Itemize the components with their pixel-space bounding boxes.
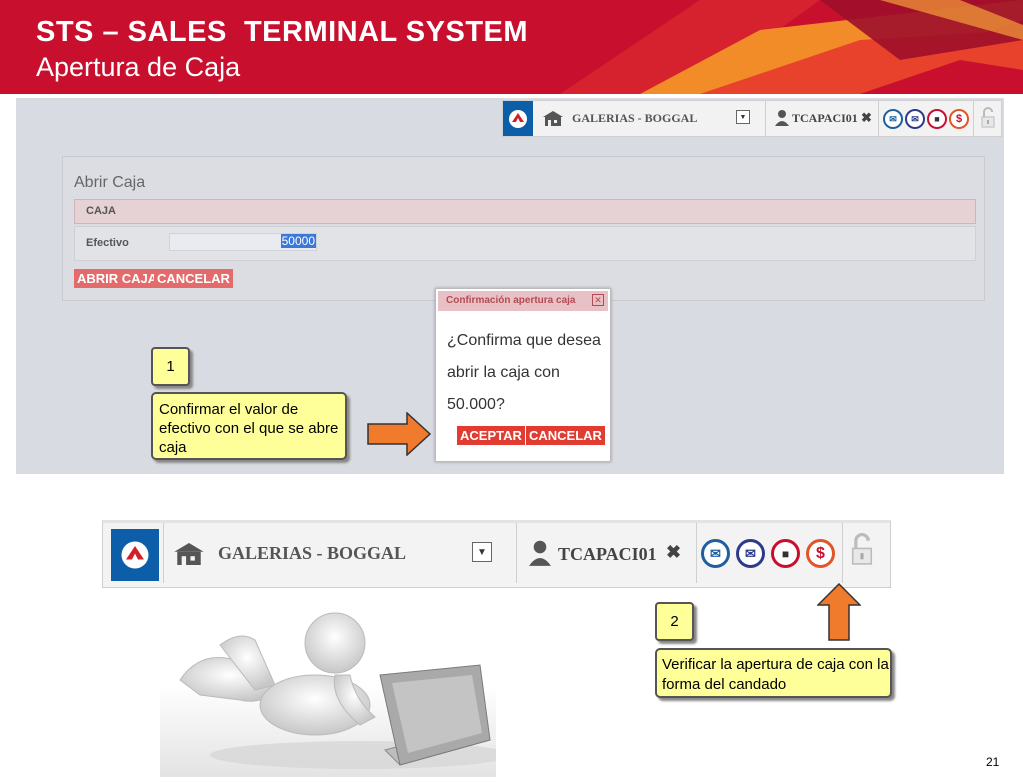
divider xyxy=(765,101,766,136)
user-name: TCAPACI01 xyxy=(558,544,657,564)
dropdown-arrow-icon[interactable]: ▼ xyxy=(472,542,492,562)
dollar-icon[interactable]: $ xyxy=(949,109,969,129)
store-icon xyxy=(543,111,563,131)
user-icon xyxy=(775,109,789,131)
dialog-close-icon[interactable]: ✕ xyxy=(592,294,604,306)
efectivo-input[interactable]: 50000 xyxy=(169,233,317,251)
slide-subtitle: Apertura de Caja xyxy=(36,52,241,82)
dialog-cancelar-button[interactable]: CANCELAR xyxy=(526,426,605,445)
store-name: GALERIAS - BOGGAL xyxy=(572,111,698,125)
envelope-icon[interactable]: ✉ xyxy=(905,109,925,129)
page-number: 21 xyxy=(986,755,1000,769)
cancelar-button[interactable]: CANCELAR xyxy=(154,269,233,288)
divider xyxy=(842,523,843,583)
logo-icon[interactable] xyxy=(503,101,533,136)
arrow-right-icon xyxy=(367,412,431,456)
aceptar-button[interactable]: ACEPTAR xyxy=(457,426,525,445)
arrow-up-icon xyxy=(817,583,861,641)
mail-icon[interactable]: ✉ xyxy=(701,539,730,568)
step-number-2: 2 xyxy=(655,602,694,641)
efectivo-row: Efectivo 50000 xyxy=(74,226,976,261)
padlock-icon[interactable] xyxy=(851,533,873,572)
caja-section-label: CAJA xyxy=(86,205,116,217)
efectivo-label: Efectivo xyxy=(86,237,129,249)
divider xyxy=(516,523,517,583)
dialog-header: Confirmación apertura caja ✕ xyxy=(438,291,608,311)
close-icon[interactable]: ✖ xyxy=(861,110,872,126)
divider xyxy=(973,101,974,136)
figure-laptop-illustration xyxy=(160,612,496,777)
slide-title: STS – SALES TERMINAL SYSTEM xyxy=(36,16,529,48)
dialog-message: ¿Confirma que desea abrir la caja con 50… xyxy=(447,332,601,413)
bag-icon[interactable]: ■ xyxy=(771,539,800,568)
store-name: GALERIAS - BOGGAL xyxy=(218,543,407,563)
step-note-1: Confirmar el valor de efectivo con el qu… xyxy=(151,392,347,460)
dollar-icon[interactable]: $ xyxy=(806,539,835,568)
abrir-caja-panel: Abrir Caja CAJA Efectivo 50000 ABRIR CAJ… xyxy=(62,156,985,301)
padlock-icon[interactable] xyxy=(981,107,995,134)
dialog-title: Confirmación apertura caja xyxy=(446,295,576,306)
efectivo-value: 50000 xyxy=(280,234,316,248)
user-icon xyxy=(529,539,551,571)
divider xyxy=(163,523,164,583)
envelope-icon[interactable]: ✉ xyxy=(736,539,765,568)
bag-icon[interactable]: ■ xyxy=(927,109,947,129)
confirm-dialog: Confirmación apertura caja ✕ ¿Confirma q… xyxy=(435,288,611,462)
logo-icon[interactable] xyxy=(111,529,159,581)
user-name: TCAPACI01 xyxy=(792,111,858,125)
panel-title: Abrir Caja xyxy=(74,174,146,191)
store-icon xyxy=(174,543,204,570)
app-toolbar: GALERIAS - BOGGAL ▼ TCAPACI01 ✖ ✉ ✉ ■ $ xyxy=(502,100,1002,137)
caja-section-header: CAJA xyxy=(74,199,976,224)
header-banner: STS – SALES TERMINAL SYSTEM Apertura de … xyxy=(0,0,1023,94)
divider xyxy=(878,101,879,136)
abrir-caja-button[interactable]: ABRIR CAJA xyxy=(74,269,161,288)
close-icon[interactable]: ✖ xyxy=(666,542,681,563)
dropdown-arrow-icon[interactable]: ▼ xyxy=(736,110,750,124)
mail-icon[interactable]: ✉ xyxy=(883,109,903,129)
step-note-2: Verificar la apertura de caja con la for… xyxy=(655,648,892,698)
step-number-1: 1 xyxy=(151,347,190,386)
divider xyxy=(696,523,697,583)
app-toolbar-zoomed: GALERIAS - BOGGAL ▼ TCAPACI01 ✖ ✉ ✉ ■ $ xyxy=(102,520,891,588)
